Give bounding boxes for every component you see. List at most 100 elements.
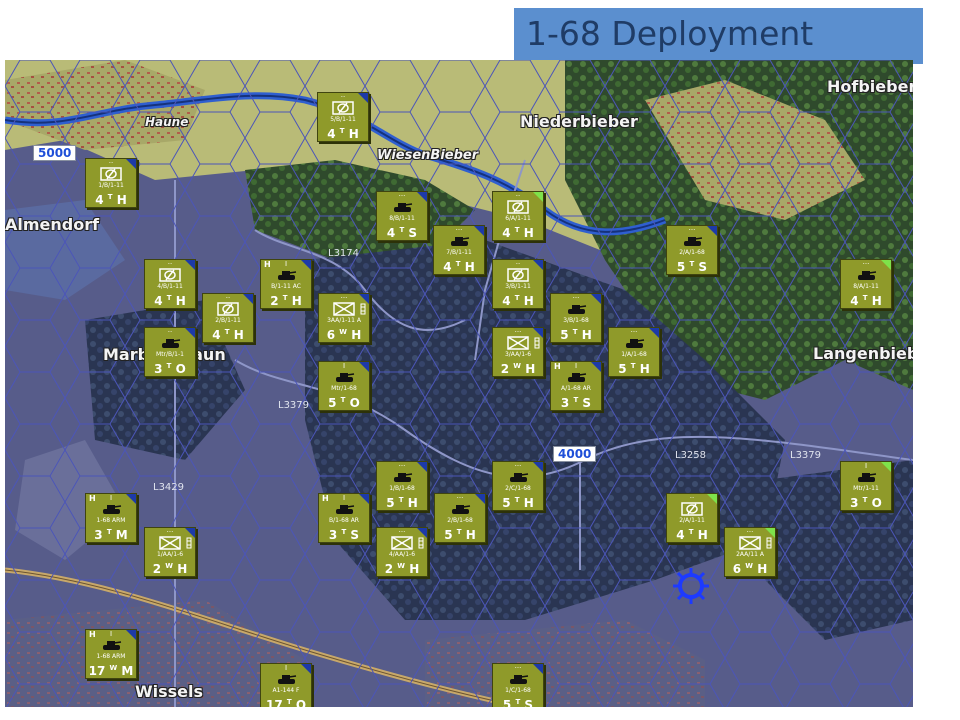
unit-designation: 3/B/1-11 (505, 283, 531, 290)
unit-stats: 4 T H (502, 226, 534, 240)
unit-counter[interactable]: ··· 8/A/1-11 4 T H (840, 259, 892, 309)
unit-counter[interactable]: ··· 1/B/1-68 5 T H (376, 461, 428, 511)
unit-counter[interactable]: ·· 2/B/1-11 4 T H (202, 293, 254, 343)
unit-stats: 4 T H (327, 127, 359, 141)
unit-counter[interactable]: I A1-144 F 17 T O (260, 663, 312, 707)
road-label: L3429 (153, 482, 185, 493)
unit-designation: B/1-11 AC (271, 283, 301, 290)
recon-unit-icon (507, 268, 529, 282)
unit-counter[interactable]: ··· 1/C/1-68 5 T S (492, 663, 544, 707)
unit-designation: 1/C/1-68 (505, 687, 531, 694)
unit-size: ··· (514, 328, 522, 336)
unit-counter[interactable]: I H B/1-11 AC 2 T H (260, 259, 312, 309)
tank-unit-icon (394, 203, 413, 212)
unit-size: ··· (340, 294, 348, 302)
unit-stats: 4 T H (212, 328, 244, 342)
unit-hq-marker: H (554, 362, 561, 371)
unit-stats: 5 T O (328, 396, 360, 410)
unit-designation: 6/A/1-11 (505, 215, 531, 222)
unit-counter[interactable]: ··· 2/A/1-68 5 T S (666, 225, 718, 275)
unit-size: ··· (456, 494, 464, 502)
unit-stats: 4 T H (502, 294, 534, 308)
unit-stats: 5 T H (618, 362, 650, 376)
unit-designation: B/1-68 AR (329, 517, 359, 524)
unit-size: ··· (688, 226, 696, 234)
unit-counter[interactable]: ··· 4/AA/1-6 2 W H (376, 527, 428, 577)
unit-stats: 3 T S (560, 396, 592, 410)
unit-size: ··· (166, 528, 174, 536)
unit-designation: 2/B/1-68 (447, 517, 473, 524)
unit-counter[interactable]: I H B/1-68 AR 3 T S (318, 493, 370, 543)
unit-counter[interactable]: ··· 2AA/11 A 6 W H (724, 527, 776, 577)
unit-counter[interactable]: ·· 1/B/1-11 4 T H (85, 158, 137, 208)
unit-designation: Mtr/B/1-1 (156, 351, 184, 358)
unit-designation: A/1-68 AR (561, 385, 591, 392)
unit-designation: 1-68 ARM (96, 517, 126, 524)
unit-counter[interactable]: I H 1-68 ARM 17 W M (85, 629, 137, 679)
unit-size: ·· (515, 260, 521, 268)
tank-unit-icon (858, 473, 877, 482)
unit-designation: 2/B/1-11 (215, 317, 241, 324)
unit-counter[interactable]: ··· 8/B/1-11 4 T S (376, 191, 428, 241)
unit-counter[interactable]: ··· 7/B/1-11 4 T H (433, 225, 485, 275)
unit-counter[interactable]: ·· 3/B/1-11 4 T H (492, 259, 544, 309)
unit-stats: 6 W H (326, 328, 362, 342)
tank-unit-icon (858, 271, 877, 280)
unit-size: I (864, 462, 868, 470)
unit-size: ·· (225, 294, 231, 302)
infantry-unit-icon (507, 336, 529, 350)
unit-counter[interactable]: ··· 3AA/1-11 A 6 W H (318, 293, 370, 343)
vehicle-icon (766, 537, 772, 549)
unit-counter[interactable]: ·· 4/B/1-11 4 T H (144, 259, 196, 309)
unit-stats: 5 T S (676, 260, 708, 274)
unit-counter[interactable]: ·· Mtr/B/1-1 3 T O (144, 327, 196, 377)
unit-size: ·· (689, 494, 695, 502)
town-label: Almendorf (5, 215, 100, 234)
unit-counter[interactable]: ··· 2/C/1-68 5 T H (492, 461, 544, 511)
unit-size: ·· (167, 260, 173, 268)
objective-marker-icon[interactable] (671, 566, 711, 606)
unit-counter[interactable]: ·· 5/B/1-11 4 T H (317, 92, 369, 142)
unit-counter[interactable]: ··· 3/AA/1-6 2 W H (492, 327, 544, 377)
unit-stats: 4 T H (850, 294, 882, 308)
unit-counter[interactable]: ·· 6/A/1-11 4 T H (492, 191, 544, 241)
tank-unit-icon (568, 373, 587, 382)
unit-counter[interactable]: ··· 3/B/1-68 5 T H (550, 293, 602, 343)
unit-designation: 3AA/1-11 A (327, 317, 361, 324)
unit-counter[interactable]: ·· 2/A/1-11 4 T H (666, 493, 718, 543)
unit-stats: 4 T H (443, 260, 475, 274)
unit-stats: 2 W H (500, 362, 536, 376)
unit-designation: 2AA/11 A (736, 551, 764, 558)
unit-designation: 2/A/1-11 (679, 517, 705, 524)
unit-size: ··· (630, 328, 638, 336)
unit-counter[interactable]: I Mtr/1-68 5 T O (318, 361, 370, 411)
recon-unit-icon (159, 268, 181, 282)
vehicle-icon (534, 337, 540, 349)
unit-counter[interactable]: I Mtr/1-11 3 T O (840, 461, 892, 511)
unit-hq-marker: H (322, 494, 329, 503)
unit-size: ·· (167, 328, 173, 336)
unit-designation: 1/B/1-11 (98, 182, 124, 189)
unit-counter[interactable]: I H A/1-68 AR 3 T S (550, 361, 602, 411)
hex-map[interactable]: Hofbieber Niederbieber WiesenBieber Haun… (5, 60, 913, 707)
unit-stats: 3 T S (328, 528, 360, 542)
unit-stats: 17 W M (88, 664, 134, 678)
infantry-unit-icon (391, 536, 413, 550)
unit-designation: 1/B/1-68 (389, 485, 415, 492)
unit-counter[interactable]: ··· 1/A/1-68 5 T H (608, 327, 660, 377)
unit-size: I (342, 362, 346, 370)
unit-size: ·· (108, 159, 114, 167)
unit-designation: 1/A/1-68 (621, 351, 647, 358)
tank-unit-icon (103, 505, 122, 514)
unit-stats: 2 T H (270, 294, 302, 308)
unit-designation: 3/AA/1-6 (504, 351, 532, 358)
vehicle-icon (186, 537, 192, 549)
unit-counter[interactable]: ··· 2/B/1-68 5 T H (434, 493, 486, 543)
unit-size: ·· (340, 93, 346, 101)
unit-hq-marker: H (89, 494, 96, 503)
unit-counter[interactable]: I H 1-68 ARM 3 T M (85, 493, 137, 543)
deployment-title: 1-68 Deployment (526, 14, 814, 53)
unit-designation: 1-68 ARM (96, 653, 126, 660)
infantry-unit-icon (333, 302, 355, 316)
unit-counter[interactable]: ··· 1/AA/1-6 2 W H (144, 527, 196, 577)
